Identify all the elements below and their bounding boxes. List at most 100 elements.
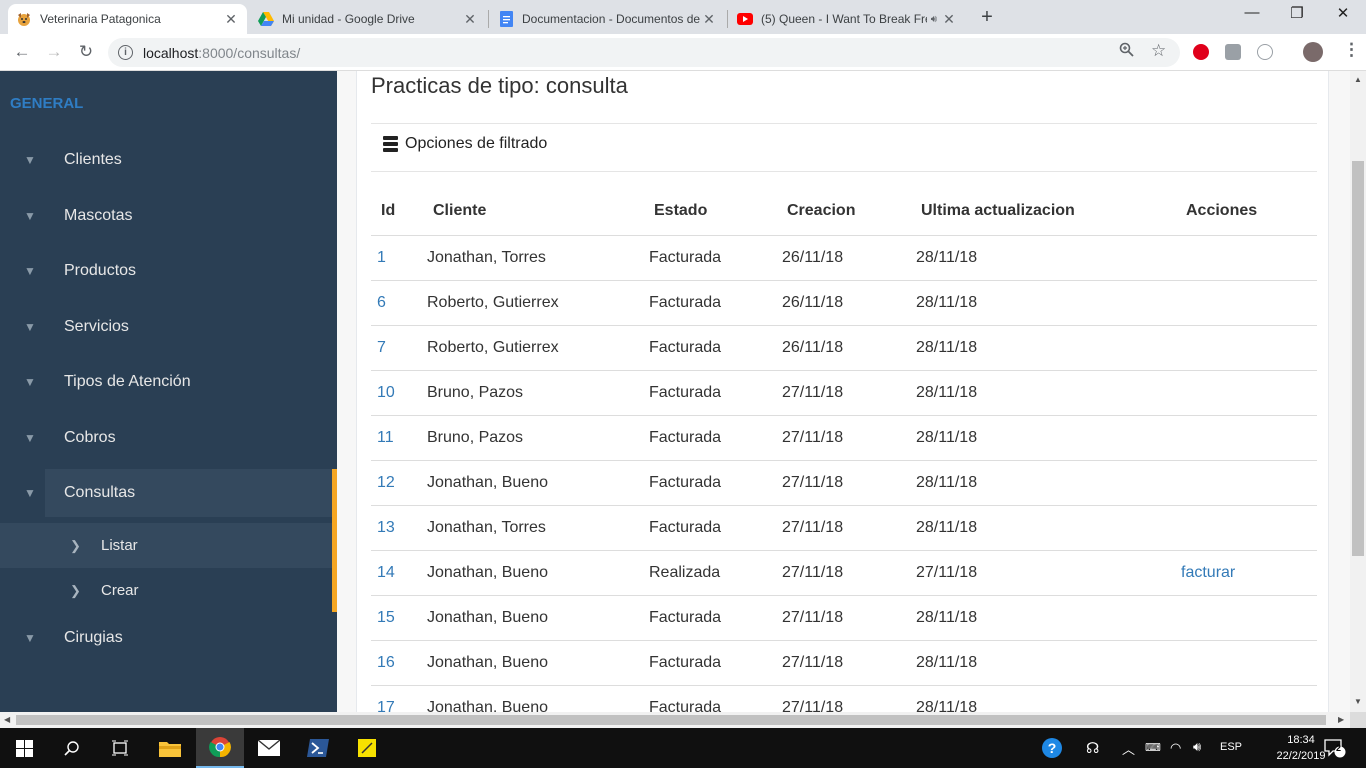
row-id-link[interactable]: 17 xyxy=(377,699,395,713)
table-cell: Jonathan, Bueno xyxy=(427,460,649,506)
info-icon[interactable]: i xyxy=(118,45,133,60)
table-row: 15 Jonathan, Bueno Facturada 27/11/18 28/11/… xyxy=(371,595,1317,641)
bookmark-star-icon[interactable]: ☆ xyxy=(1151,41,1166,61)
scroll-right-arrow-icon[interactable]: ▶ xyxy=(1338,715,1344,724)
row-id-link[interactable]: 1 xyxy=(377,249,386,266)
table-cell: Jonathan, Torres xyxy=(427,235,649,281)
sidebar-item-clientes[interactable]: ▼ Clientes xyxy=(0,137,337,183)
row-id-link[interactable]: 10 xyxy=(377,384,395,401)
horizontal-scrollbar[interactable]: ◀ ▶ xyxy=(0,712,1350,728)
row-id-link[interactable]: 7 xyxy=(377,339,386,356)
translate-extension-icon[interactable] xyxy=(1257,44,1273,60)
sidebar-item-label: Productos xyxy=(64,262,137,279)
minimize-button[interactable]: — xyxy=(1237,4,1267,21)
chevron-down-icon: ▼ xyxy=(24,209,36,223)
adblock-icon[interactable] xyxy=(1193,44,1209,60)
row-id-link[interactable]: 12 xyxy=(377,474,395,491)
back-button[interactable]: ← xyxy=(12,42,32,62)
people-icon[interactable]: ☊ xyxy=(1086,739,1099,757)
table-cell: 27/11/18 xyxy=(782,550,916,596)
sticky-notes-icon[interactable] xyxy=(343,728,391,768)
filter-options-toggle[interactable]: Opciones de filtrado xyxy=(383,135,547,153)
sidebar-item-productos[interactable]: ▼ Productos xyxy=(0,248,337,294)
row-id-link[interactable]: 15 xyxy=(377,609,395,626)
close-window-button[interactable]: ✕ xyxy=(1328,4,1358,22)
chevron-down-icon: ▼ xyxy=(24,486,36,500)
search-icon[interactable] xyxy=(48,728,96,768)
file-explorer-icon[interactable] xyxy=(146,728,194,768)
volume-icon[interactable]: 🔊︎ xyxy=(1193,739,1201,755)
notifications-icon[interactable]: 2 xyxy=(1324,738,1346,761)
row-id-link[interactable]: 13 xyxy=(377,519,395,536)
close-icon[interactable]: ✕ xyxy=(462,11,478,28)
table-cell: 28/11/18 xyxy=(916,235,1181,281)
close-icon[interactable]: ✕ xyxy=(941,11,957,28)
close-icon[interactable]: ✕ xyxy=(701,11,717,28)
row-cliente: Bruno, Pazos xyxy=(427,428,524,446)
tab-google-drive[interactable]: Mi unidad - Google Drive ✕ xyxy=(250,4,486,34)
forward-button[interactable]: → xyxy=(44,42,64,62)
scrollbar-thumb[interactable] xyxy=(16,715,1326,725)
scroll-left-arrow-icon[interactable]: ◀ xyxy=(4,715,10,724)
address-bar[interactable]: i localhost:8000/consultas/ xyxy=(108,38,1180,67)
table-cell: 28/11/18 xyxy=(916,460,1181,506)
speaker-icon[interactable]: 🔊︎ xyxy=(931,14,937,25)
table-cell: 27/11/18 xyxy=(782,640,916,686)
sidebar-item-cobros[interactable]: ▼ Cobros xyxy=(0,415,337,461)
chrome-icon[interactable] xyxy=(196,728,244,768)
sidebar-item-servicios[interactable]: ▼ Servicios xyxy=(0,304,337,350)
row-id-link[interactable]: 6 xyxy=(377,294,386,311)
extension-icon[interactable] xyxy=(1225,44,1241,60)
task-view-icon[interactable] xyxy=(96,728,144,768)
list-icon xyxy=(383,136,398,152)
menu-icon[interactable]: ⋮ xyxy=(1343,40,1360,60)
sidebar-subitem-crear[interactable]: ❯ Crear xyxy=(0,568,332,613)
clock[interactable]: 18:34 22/2/2019 xyxy=(1276,732,1326,764)
sidebar-subitem-listar[interactable]: ❯ Listar xyxy=(0,523,332,568)
new-tab-button[interactable]: + xyxy=(976,6,998,29)
keyboard-icon[interactable]: ⌨ xyxy=(1145,741,1161,754)
scroll-up-arrow-icon[interactable]: ▲ xyxy=(1350,75,1366,84)
row-estado: Facturada xyxy=(649,383,722,401)
column-header-creacion[interactable]: Creacion xyxy=(782,187,916,236)
row-cliente: Jonathan, Torres xyxy=(427,518,546,536)
tab-veterinaria[interactable]: Veterinaria Patagonica ✕ xyxy=(8,4,247,34)
table-cell xyxy=(1181,280,1317,326)
help-icon[interactable]: ? xyxy=(1041,737,1063,762)
row-id-link[interactable]: 11 xyxy=(377,429,394,446)
tab-documentacion[interactable]: Documentacion - Documentos de ✕ xyxy=(490,4,725,34)
row-creacion: 27/11/18 xyxy=(782,428,844,446)
zoom-icon[interactable] xyxy=(1119,42,1134,61)
wifi-icon[interactable]: ◠ xyxy=(1170,740,1181,756)
reload-button[interactable]: ↻ xyxy=(76,42,96,62)
column-header-cliente[interactable]: Cliente xyxy=(427,187,649,236)
chevron-up-icon[interactable]: ︿ xyxy=(1122,739,1135,758)
column-header-estado[interactable]: Estado xyxy=(649,187,782,236)
filter-options-label: Opciones de filtrado xyxy=(405,135,548,152)
language-indicator[interactable]: ESP xyxy=(1220,741,1242,753)
sidebar-item-mascotas[interactable]: ▼ Mascotas xyxy=(0,193,337,239)
sidebar-item-consultas[interactable]: ▼ Consultas xyxy=(24,469,332,517)
column-header-id[interactable]: Id xyxy=(371,187,427,236)
powershell-icon[interactable] xyxy=(294,728,342,768)
scrollbar-thumb[interactable] xyxy=(1352,161,1364,556)
column-header-ultima-actualizacion[interactable]: Ultima actualizacion xyxy=(916,187,1181,236)
row-id-link[interactable]: 16 xyxy=(377,654,395,671)
close-icon[interactable]: ✕ xyxy=(223,11,239,28)
table-cell: Jonathan, Bueno xyxy=(427,595,649,641)
row-cliente: Jonathan, Bueno xyxy=(427,563,548,581)
table-row: 14 Jonathan, Bueno Realizada 27/11/18 27/11/… xyxy=(371,550,1317,596)
sidebar-item-tipos-de-atencion[interactable]: ▼ Tipos de Atención xyxy=(0,359,337,405)
row-id-link[interactable]: 14 xyxy=(377,564,395,581)
scroll-down-arrow-icon[interactable]: ▼ xyxy=(1350,697,1366,706)
mail-icon[interactable] xyxy=(245,728,293,768)
maximize-button[interactable]: ❐ xyxy=(1282,4,1312,22)
table-cell: Facturada xyxy=(649,370,782,416)
avatar[interactable] xyxy=(1303,42,1323,62)
tab-youtube[interactable]: (5) Queen - I Want To Break Free 🔊︎ ✕ xyxy=(729,4,965,34)
vertical-scrollbar[interactable]: ▲ ▼ xyxy=(1350,71,1366,712)
sidebar-item-cirugias[interactable]: ▼ Cirugias xyxy=(0,615,337,661)
windows-start-icon[interactable] xyxy=(0,728,48,768)
row-facturar-link[interactable]: facturar xyxy=(1181,564,1235,581)
tab-title: Mi unidad - Google Drive xyxy=(282,12,415,26)
